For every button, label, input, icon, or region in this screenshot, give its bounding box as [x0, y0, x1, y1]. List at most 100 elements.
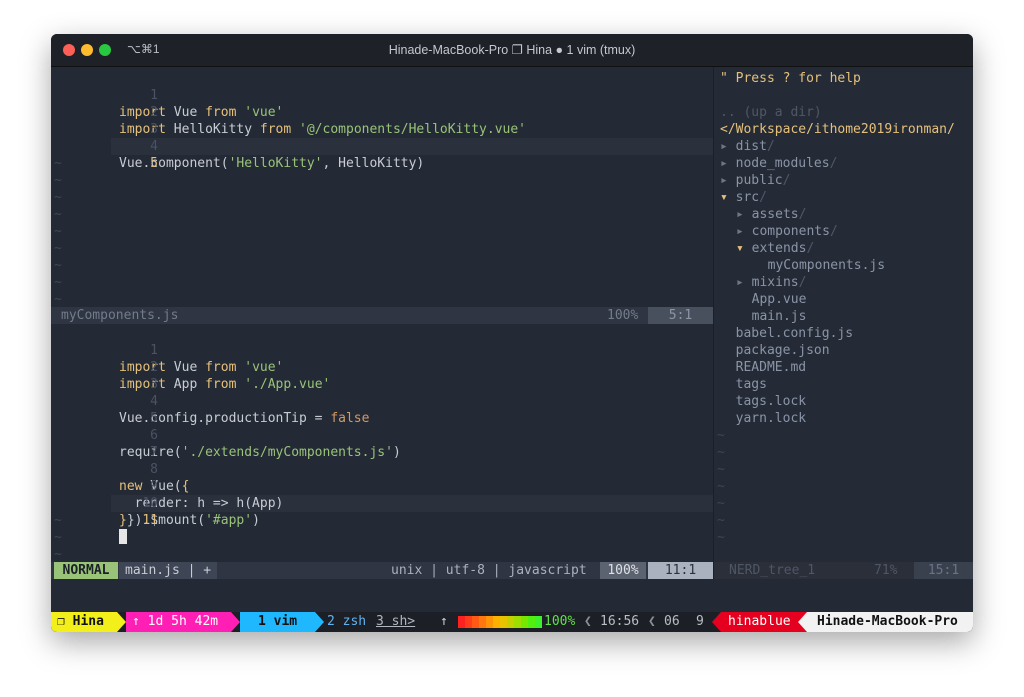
tree-dir-item[interactable]: ▸ assets/ [736, 206, 806, 223]
code-line: 4 Vue.component('HelloKitty', HelloKitty… [51, 121, 424, 171]
separator-arrow [315, 612, 324, 632]
empty-line-marker: ~ [717, 513, 725, 528]
code-line: 9 render: h => h(App) [51, 461, 284, 511]
line-number: 6 [150, 428, 158, 443]
status-percent: 100% [600, 562, 646, 579]
folder-closed-icon: ▸ [736, 207, 752, 222]
tree-dir-item[interactable]: ▸ public/ [720, 172, 790, 189]
status-position: 5:1 [648, 307, 713, 324]
tmux-session[interactable]: ❐ Hina [51, 612, 117, 632]
code-line: 4 Vue.config.productionTip = false [51, 376, 369, 426]
code-line: 2 import App from './App.vue' [51, 342, 330, 392]
tree-item-label: components [751, 224, 830, 239]
line-number: 2 [150, 105, 158, 120]
status-position: 11:1 [648, 562, 713, 579]
tree-item-label: babel.config.js [735, 326, 854, 341]
battery-bar-segment [528, 616, 535, 628]
separator-arrow [117, 612, 126, 632]
code-line: 1 import Vue from 'vue' [51, 325, 283, 375]
tmux-window-sh[interactable]: 3 sh> [376, 612, 415, 632]
chevron-left-icon: ❮ [584, 614, 592, 629]
tree-file-item[interactable]: tags.lock [720, 393, 806, 410]
line-number: 5 [150, 411, 158, 426]
status-line-tree: NERD_tree_1 71% 15:1 [714, 562, 973, 579]
battery-bar-segment [507, 616, 514, 628]
empty-line-marker: ~ [54, 173, 62, 188]
tmux-time: 16:56 [600, 614, 640, 629]
code-line: 7 [51, 427, 158, 460]
empty-line-marker: ~ [54, 513, 62, 528]
empty-line-marker: ~ [717, 428, 725, 443]
folder-open-icon: ▾ [720, 190, 736, 205]
folder-open-icon: ▾ [736, 241, 752, 256]
tree-dir-item[interactable]: ▾ src/ [720, 189, 767, 206]
tree-file-item[interactable]: tags [720, 376, 767, 393]
tmux-window-zsh[interactable]: 2 zsh [327, 612, 366, 632]
tree-item-label: yarn.lock [735, 411, 807, 426]
empty-line-marker: ~ [54, 530, 62, 545]
nerdtree-pane[interactable]: " Press ? for help .. (up a dir) </Works… [714, 67, 973, 562]
status-file-info: unix | utf-8 | javascript [391, 563, 587, 578]
code-line: 5 [51, 393, 158, 426]
code-line: 1 import Vue from 'vue' [51, 70, 283, 120]
empty-line-marker: ~ [717, 530, 725, 545]
tmux-window-active[interactable]: 1 vim [240, 612, 315, 632]
empty-line-marker: ~ [54, 224, 62, 239]
line-number-current: 5 [150, 156, 158, 171]
code-line: 3 [51, 359, 158, 392]
status-line-top: myComponents.js 100% 5:1 [51, 307, 713, 324]
tree-file-item[interactable]: App.vue [736, 291, 807, 308]
tree-up-dir[interactable]: .. (up a dir) [720, 104, 822, 121]
folder-closed-icon: ▸ [720, 139, 736, 154]
tree-file-item[interactable]: README.md [720, 359, 806, 376]
empty-line-marker: ~ [54, 207, 62, 222]
tree-file-item[interactable]: main.js [736, 308, 807, 325]
tree-file-item[interactable]: yarn.lock [720, 410, 806, 427]
line-number: 3 [150, 377, 158, 392]
battery-bar-segment [458, 616, 465, 628]
tmux-host: Hinade-MacBook-Pro [807, 612, 973, 632]
battery-bar-segment [514, 616, 521, 628]
tree-item-label: node_modules [735, 156, 830, 171]
line-number: 1 [150, 88, 158, 103]
cursor-line-highlight [111, 138, 713, 155]
status-position: 15:1 [914, 562, 973, 579]
line-number: 9 [150, 479, 158, 494]
tree-dir-item[interactable]: ▸ components/ [736, 223, 838, 240]
tree-file-item[interactable]: babel.config.js [720, 325, 853, 342]
empty-line-marker: ~ [54, 156, 62, 171]
line-number: 7 [150, 445, 158, 460]
tree-dir-item[interactable]: ▾ extends/ [736, 240, 814, 257]
empty-line-marker: ~ [54, 258, 62, 273]
editor-pane-bottom[interactable]: 1 import Vue from 'vue' 2 import App fro… [51, 324, 713, 562]
tree-item-label: myComponents.js [767, 258, 886, 273]
code-line-current: 5 [51, 138, 158, 171]
folder-closed-icon: ▸ [736, 275, 752, 290]
tmux-month: 9 [696, 614, 704, 629]
battery-bar-segment [479, 616, 486, 628]
folder-closed-icon: ▸ [720, 173, 736, 188]
status-percent: 100% [607, 308, 639, 323]
line-number-current: 11 [142, 513, 158, 528]
editor-pane-top[interactable]: 1 import Vue from 'vue' 2 import HelloKi… [51, 67, 713, 307]
tree-item-label: assets [751, 207, 799, 222]
empty-line-marker: ~ [54, 547, 62, 562]
code-line-current: 11 [51, 495, 158, 544]
tree-dir-item[interactable]: ▸ mixins/ [736, 274, 806, 291]
title-bar: ⌥⌘1 Hinade-MacBook-Pro ❐ Hina ● 1 vim (t… [51, 34, 973, 67]
tree-dir-item[interactable]: ▸ node_modules/ [720, 155, 837, 172]
separator-arrow [712, 612, 721, 632]
tree-file-item[interactable]: package.json [720, 342, 830, 359]
tree-root-path[interactable]: </Workspace/ithome2019ironman/ [720, 121, 955, 138]
folder-closed-icon: ▸ [720, 156, 736, 171]
code-line: 10 }}).$mount('#app') [51, 478, 260, 528]
tree-file-item[interactable]: myComponents.js [752, 257, 885, 274]
empty-line-marker: ~ [54, 190, 62, 205]
tree-dir-item[interactable]: ▸ dist/ [720, 138, 775, 155]
line-number: 3 [150, 122, 158, 137]
terminal-window: ⌥⌘1 Hinade-MacBook-Pro ❐ Hina ● 1 vim (t… [51, 34, 973, 632]
tree-item-label: extends [751, 241, 807, 256]
code-line: 2 import HelloKitty from '@/components/H… [51, 87, 526, 137]
status-filename: main.js | + [119, 562, 218, 579]
battery-bar-segment [500, 616, 507, 628]
